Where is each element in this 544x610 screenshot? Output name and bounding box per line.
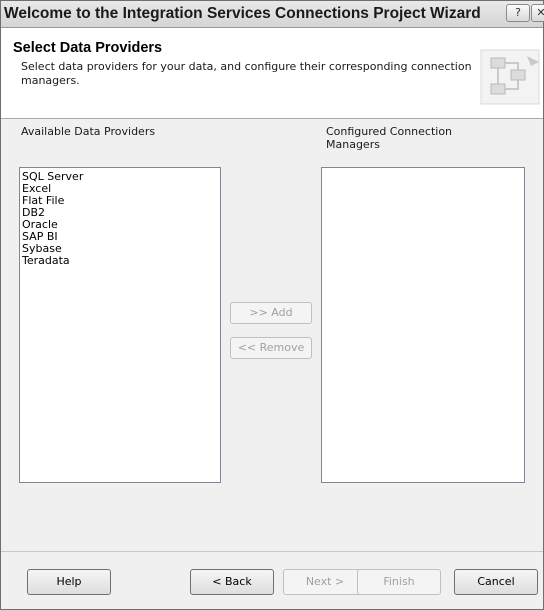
page-description: Select data providers for your data, and… (21, 60, 472, 87)
remove-button[interactable]: << Remove (230, 337, 312, 359)
page-title: Select Data Providers (13, 40, 163, 56)
cancel-button[interactable]: Cancel (454, 569, 538, 595)
help-titlebar-button[interactable]: ? (506, 4, 530, 22)
configured-managers-label: Configured Connection Managers (326, 125, 453, 151)
window-title: Welcome to the Integration Services Conn… (4, 5, 481, 22)
next-button[interactable]: Next > (283, 569, 367, 595)
help-button[interactable]: Help (27, 569, 111, 595)
title-bar[interactable]: Welcome to the Integration Services Conn… (1, 1, 544, 28)
footer-divider (1, 551, 543, 552)
provider-item-teradata[interactable]: Teradata (20, 255, 220, 267)
available-providers-list[interactable]: SQL Server Excel Flat File DB2 Oracle SA… (19, 167, 221, 483)
configured-managers-list[interactable] (321, 167, 525, 483)
close-button[interactable]: ✕ (531, 4, 544, 22)
header-band: Select Data Providers Select data provid… (1, 28, 543, 119)
back-button[interactable]: < Back (190, 569, 274, 595)
wizard-flowchart-icon (480, 49, 540, 105)
wizard-window: Welcome to the Integration Services Conn… (0, 0, 544, 610)
available-providers-label: Available Data Providers (21, 125, 156, 138)
add-button[interactable]: >> Add (230, 302, 312, 324)
close-icon: ✕ (536, 6, 544, 19)
help-icon: ? (515, 6, 521, 19)
provider-item-flat-file[interactable]: Flat File (20, 195, 220, 207)
finish-button[interactable]: Finish (357, 569, 441, 595)
